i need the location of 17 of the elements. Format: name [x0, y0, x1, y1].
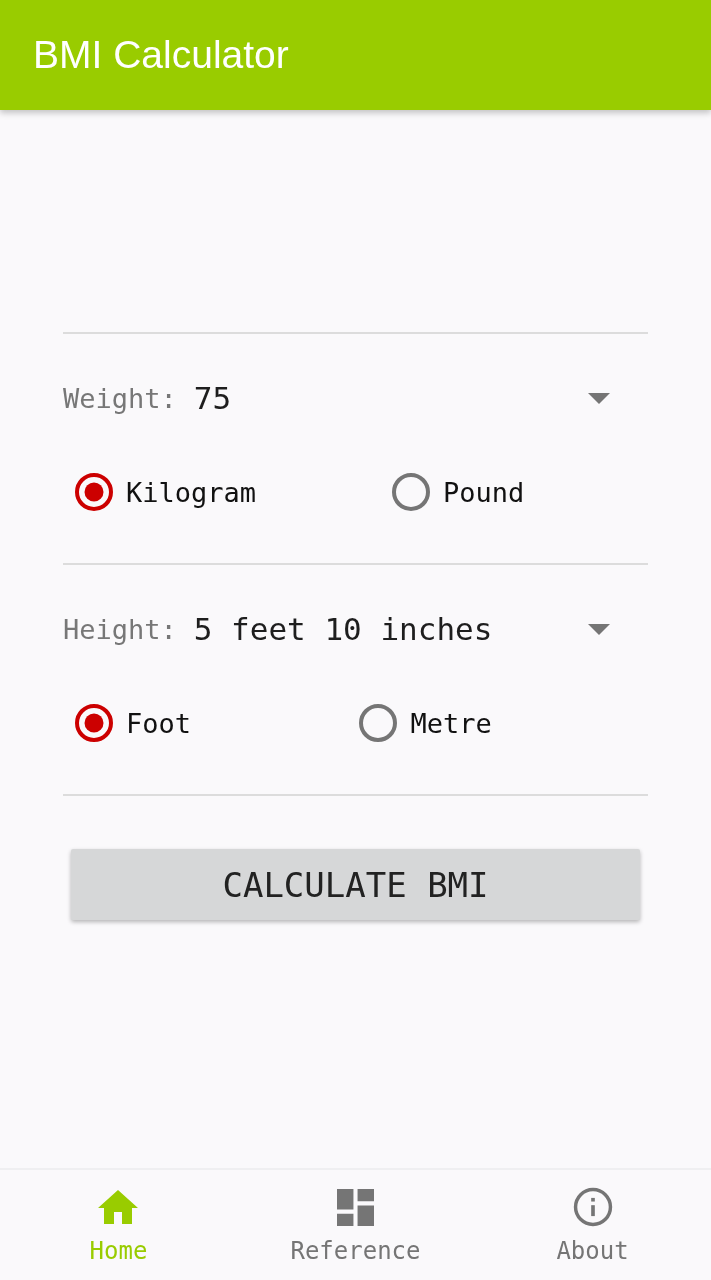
dropdown-field[interactable]: 5 feet 10 inches — [193, 596, 648, 662]
dashboard-icon — [337, 1188, 374, 1226]
field-label: Weight: — [63, 382, 177, 414]
dropdown-field[interactable]: 75 — [193, 365, 648, 431]
radio-option[interactable]: Metre — [359, 704, 492, 742]
info-icon — [572, 1187, 613, 1227]
radio-option[interactable]: Pound — [391, 473, 525, 511]
nav-tab[interactable]: Reference — [290, 1187, 421, 1265]
app-title: BMI Calculator — [33, 33, 289, 77]
caret-icon — [588, 392, 610, 404]
radio-option[interactable]: Foot — [75, 704, 192, 742]
field-label: Height: — [63, 613, 177, 645]
radio-option[interactable]: Kilogram — [75, 473, 257, 511]
home-icon — [98, 1190, 139, 1224]
calculate-button[interactable]: CALCULATE BMI — [71, 849, 640, 920]
caret-icon — [588, 623, 610, 635]
nav-tab[interactable]: About — [556, 1187, 629, 1265]
